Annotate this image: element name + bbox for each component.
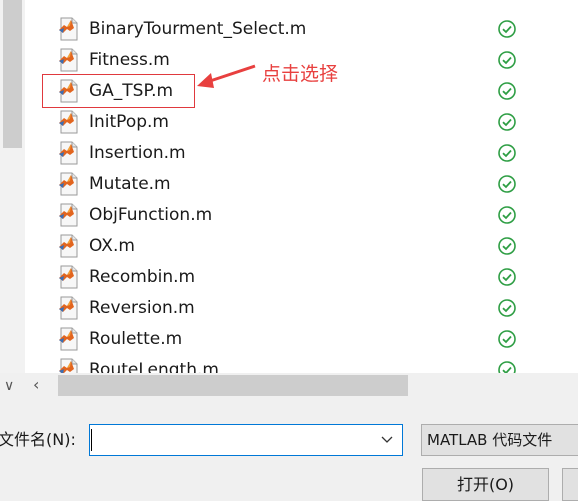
check-circle-icon xyxy=(498,268,516,286)
matlab-file-icon xyxy=(59,172,78,196)
matlab-file-icon xyxy=(59,48,78,72)
check-circle-icon xyxy=(498,237,516,255)
matlab-file-icon xyxy=(59,110,78,134)
chevron-left-icon[interactable]: ‹ xyxy=(33,376,39,394)
cancel-button[interactable] xyxy=(562,468,578,501)
filetype-selected-value: MATLAB 代码文件 xyxy=(427,431,553,449)
file-name: OX.m xyxy=(89,236,135,256)
file-name: Fitness.m xyxy=(89,50,170,70)
file-name: Mutate.m xyxy=(89,174,171,194)
annotation-text: 点击选择 xyxy=(262,63,339,85)
file-list-pane: BinaryTourment_Select.m Fitness.m GA_TSP.m… xyxy=(0,0,578,373)
chevron-down-icon[interactable]: ∨ xyxy=(4,377,14,395)
matlab-file-icon xyxy=(59,296,78,320)
check-circle-icon xyxy=(498,20,516,38)
file-row[interactable]: Mutate.m xyxy=(42,169,578,199)
text-cursor xyxy=(91,429,92,451)
file-row[interactable]: RouteLength.m xyxy=(42,355,578,373)
file-row[interactable]: Recombin.m xyxy=(42,262,578,292)
matlab-file-icon xyxy=(59,17,78,41)
file-name: BinaryTourment_Select.m xyxy=(89,19,307,39)
open-button-label: 打开(O) xyxy=(456,475,515,494)
check-circle-icon xyxy=(498,330,516,348)
file-name: Recombin.m xyxy=(89,267,196,287)
file-row[interactable]: Insertion.m xyxy=(42,138,578,168)
filetype-select[interactable]: MATLAB 代码文件 xyxy=(421,424,578,456)
matlab-file-icon xyxy=(59,79,78,103)
file-name: RouteLength.m xyxy=(89,360,219,373)
horizontal-scrollbar[interactable]: ∨ ‹ xyxy=(0,373,578,400)
file-name: Reversion.m xyxy=(89,298,195,318)
file-row[interactable]: Reversion.m xyxy=(42,293,578,323)
check-circle-icon xyxy=(498,113,516,131)
file-name: Insertion.m xyxy=(89,143,186,163)
check-circle-icon xyxy=(498,206,516,224)
filename-label: 文件名(N): xyxy=(0,430,76,449)
check-circle-icon xyxy=(498,299,516,317)
file-row[interactable]: OX.m xyxy=(42,231,578,261)
file-name: GA_TSP.m xyxy=(89,81,174,101)
matlab-file-icon xyxy=(59,265,78,289)
open-button[interactable]: 打开(O) xyxy=(422,468,549,501)
check-circle-icon xyxy=(498,51,516,69)
filename-input[interactable] xyxy=(94,428,377,452)
file-name: InitPop.m xyxy=(89,112,169,132)
filename-combobox[interactable] xyxy=(89,424,403,456)
horizontal-scroll-thumb[interactable] xyxy=(58,375,408,396)
vertical-scroll-thumb[interactable] xyxy=(3,0,22,148)
matlab-file-icon xyxy=(59,358,78,373)
matlab-file-icon xyxy=(59,203,78,227)
check-circle-icon xyxy=(498,144,516,162)
file-row[interactable]: BinaryTourment_Select.m xyxy=(42,14,578,44)
dialog-footer: 文件名(N): MATLAB 代码文件 打开(O) xyxy=(0,400,578,501)
check-circle-icon xyxy=(498,361,516,373)
file-name: Roulette.m xyxy=(89,329,183,349)
file-row[interactable]: Roulette.m xyxy=(42,324,578,354)
file-name: ObjFunction.m xyxy=(89,205,213,225)
file-row[interactable]: InitPop.m xyxy=(42,107,578,137)
chevron-down-icon[interactable] xyxy=(381,433,393,447)
check-circle-icon xyxy=(498,175,516,193)
matlab-file-icon xyxy=(59,141,78,165)
check-circle-icon xyxy=(498,82,516,100)
file-row[interactable]: ObjFunction.m xyxy=(42,200,578,230)
matlab-file-icon xyxy=(59,327,78,351)
matlab-file-icon xyxy=(59,234,78,258)
annotation-arrow-icon xyxy=(197,64,256,88)
vertical-scrollbar[interactable] xyxy=(0,0,25,373)
